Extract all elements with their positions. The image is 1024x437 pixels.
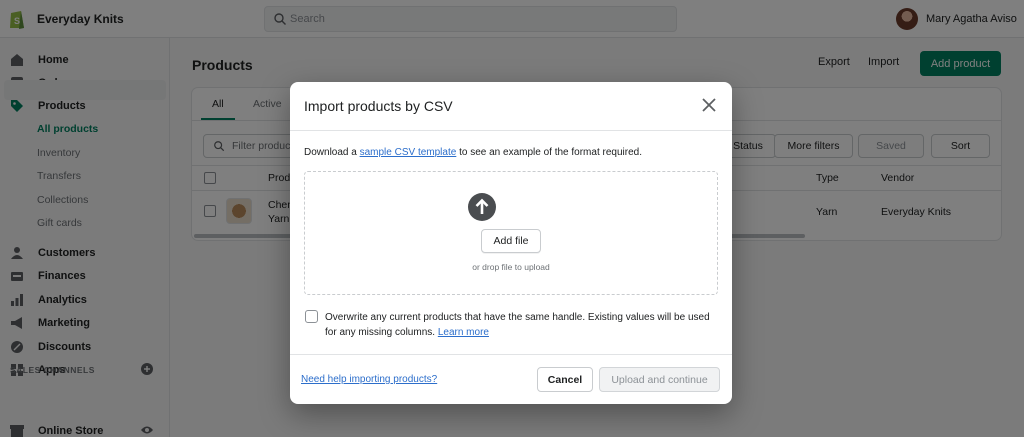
modal-footer-divider — [290, 354, 732, 355]
close-icon[interactable] — [700, 96, 718, 114]
modal-title: Import products by CSV — [304, 98, 453, 114]
download-suffix: to see an example of the format required… — [456, 147, 642, 158]
drop-hint: or drop file to upload — [472, 262, 550, 272]
import-csv-modal: Import products by CSV Download a sample… — [290, 82, 732, 404]
cancel-button[interactable]: Cancel — [537, 367, 593, 392]
add-file-button[interactable]: Add file — [481, 229, 541, 253]
overwrite-label: Overwrite any current products that have… — [325, 310, 720, 340]
sample-csv-template-link[interactable]: sample CSV template — [360, 147, 457, 158]
overwrite-text: Overwrite any current products that have… — [325, 312, 710, 338]
modal-header-divider — [290, 130, 732, 131]
download-prefix: Download a — [304, 147, 360, 158]
download-instructions: Download a sample CSV template to see an… — [304, 147, 642, 158]
overwrite-checkbox[interactable] — [305, 310, 318, 323]
help-importing-link[interactable]: Need help importing products? — [301, 374, 437, 385]
learn-more-link[interactable]: Learn more — [438, 327, 489, 338]
upload-and-continue-button[interactable]: Upload and continue — [599, 367, 720, 392]
upload-arrow-icon — [468, 193, 496, 221]
